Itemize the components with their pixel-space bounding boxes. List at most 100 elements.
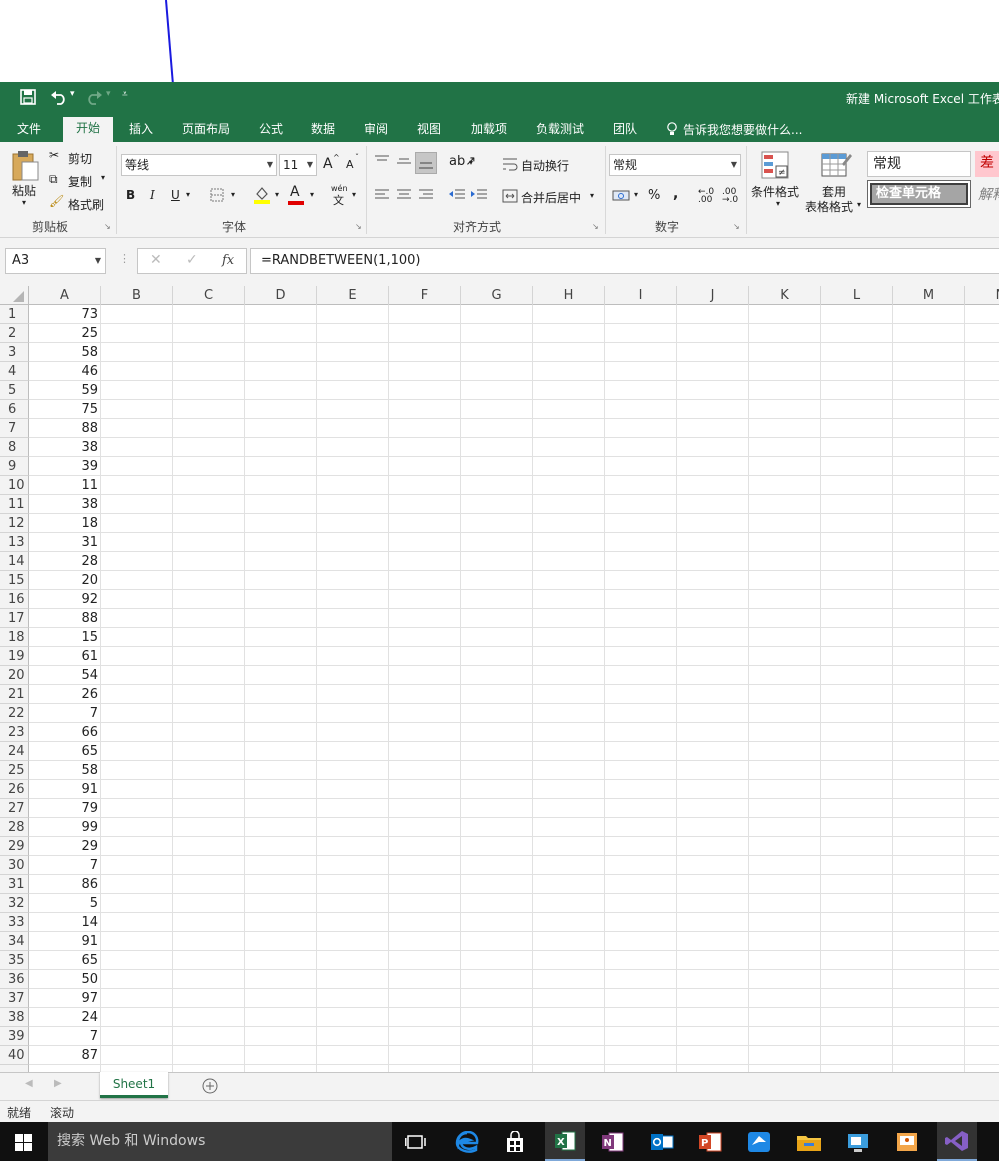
cell-a[interactable]: 7 [29,856,101,875]
remote-desktop-icon[interactable] [846,1131,870,1153]
tab-addins[interactable]: 加载项 [464,118,514,142]
underline-dropdown-icon[interactable]: ▾ [186,190,190,199]
format-as-table-button[interactable]: 表格格式 [805,198,853,215]
row-header[interactable] [0,1065,29,1072]
cell-a[interactable]: 5 [29,894,101,913]
row-header[interactable]: 26 [0,780,29,799]
style-check-cell[interactable]: 检查单元格 [867,180,971,208]
cell-a[interactable]: 91 [29,932,101,951]
app-orange-icon[interactable] [895,1131,919,1153]
cell-a[interactable]: 59 [29,381,101,400]
edge-browser-icon[interactable] [455,1131,479,1153]
row-header[interactable]: 10 [0,476,29,495]
font-name-select[interactable]: 等线 ▼ [121,154,277,176]
row-header[interactable]: 30 [0,856,29,875]
column-header-k[interactable]: K [749,286,821,305]
row-header[interactable]: 7 [0,419,29,438]
conditional-formatting-button[interactable]: 条件格式 [751,183,799,200]
cell-a[interactable]: 25 [29,324,101,343]
cell-a[interactable]: 15 [29,628,101,647]
cut-button[interactable]: 剪切 [68,150,92,167]
font-color-dropdown-icon[interactable]: ▾ [310,190,314,199]
align-bottom-button[interactable] [415,152,437,174]
undo-dropdown-icon[interactable]: ▾ [70,89,75,99]
sheet-tab-sheet1[interactable]: Sheet1 [100,1072,168,1098]
row-header[interactable]: 39 [0,1027,29,1046]
alignment-launcher-icon[interactable]: ↘ [592,222,599,231]
row-header[interactable]: 15 [0,571,29,590]
format-as-table-dropdown-icon[interactable]: ▾ [857,200,861,209]
increase-indent-icon[interactable] [470,188,488,202]
row-header[interactable]: 38 [0,1008,29,1027]
row-header[interactable]: 13 [0,533,29,552]
tab-page-layout[interactable]: 页面布局 [176,118,236,142]
cell-a[interactable]: 24 [29,1008,101,1027]
row-header[interactable]: 22 [0,704,29,723]
phonetic-dropdown-icon[interactable]: ▾ [352,190,356,199]
column-header-c[interactable]: C [173,286,245,305]
row-header[interactable]: 34 [0,932,29,951]
row-header[interactable]: 33 [0,913,29,932]
row-header[interactable]: 24 [0,742,29,761]
tell-me-search[interactable]: 告诉我您想要做什么... [683,121,802,138]
style-bad[interactable]: 差 [975,151,999,177]
cell-a[interactable]: 91 [29,780,101,799]
phonetic-guide-icon[interactable]: 文 [333,192,344,208]
row-header[interactable]: 8 [0,438,29,457]
format-painter-button[interactable]: 格式刷 [68,196,104,213]
cell-a[interactable]: 87 [29,1046,101,1065]
row-header[interactable]: 25 [0,761,29,780]
cell-a[interactable]: 88 [29,419,101,438]
row-header[interactable]: 17 [0,609,29,628]
row-header[interactable]: 6 [0,400,29,419]
insert-function-button[interactable]: fx [222,253,234,268]
cell-a[interactable]: 65 [29,742,101,761]
cell-a[interactable]: 29 [29,837,101,856]
accounting-dropdown-icon[interactable]: ▾ [634,190,638,199]
bold-button[interactable]: B [126,188,135,202]
row-header[interactable]: 28 [0,818,29,837]
tab-home[interactable]: 开始 [63,117,113,142]
onenote-icon[interactable]: N [601,1131,625,1153]
powerpoint-icon[interactable]: P [698,1131,722,1153]
orientation-dropdown-icon[interactable]: ▾ [469,158,473,167]
row-header[interactable]: 3 [0,343,29,362]
wrap-text-icon[interactable] [502,156,518,172]
cell-a[interactable]: 38 [29,438,101,457]
comma-style-button[interactable]: , [673,186,678,202]
align-left-icon[interactable] [374,188,390,202]
tab-load-test[interactable]: 负载测试 [530,118,590,142]
cell-a[interactable]: 20 [29,571,101,590]
cell-a[interactable]: 7 [29,1027,101,1046]
underline-button[interactable]: U [171,188,180,202]
tab-review[interactable]: 审阅 [355,118,397,142]
format-painter-icon[interactable]: 🖌 [49,194,64,208]
feedback-bird-icon[interactable] [747,1131,771,1153]
wrap-text-button[interactable]: 自动换行 [521,157,569,174]
row-header[interactable]: 35 [0,951,29,970]
merge-dropdown-icon[interactable]: ▾ [590,191,594,200]
row-header[interactable]: 11 [0,495,29,514]
store-icon[interactable] [505,1131,525,1153]
cell-a[interactable]: 73 [29,305,101,324]
decrease-indent-icon[interactable] [448,188,466,202]
format-as-table-icon[interactable] [820,150,852,180]
cell-a[interactable]: 46 [29,362,101,381]
cell-a[interactable]: 75 [29,400,101,419]
align-center-icon[interactable] [396,188,412,202]
row-header[interactable]: 16 [0,590,29,609]
column-header-e[interactable]: E [317,286,389,305]
column-header-b[interactable]: B [101,286,173,305]
row-header[interactable]: 1 [0,305,29,324]
cell-a[interactable]: 38 [29,495,101,514]
row-header[interactable]: 40 [0,1046,29,1065]
border-dropdown-icon[interactable]: ▾ [231,190,235,199]
conditional-formatting-icon[interactable]: ≠ [760,150,790,180]
column-header-j[interactable]: J [677,286,749,305]
row-header[interactable]: 37 [0,989,29,1008]
percent-style-button[interactable]: % [648,188,660,203]
cell-a[interactable]: 54 [29,666,101,685]
tab-view[interactable]: 视图 [408,118,450,142]
row-header[interactable]: 4 [0,362,29,381]
font-launcher-icon[interactable]: ↘ [355,222,362,231]
